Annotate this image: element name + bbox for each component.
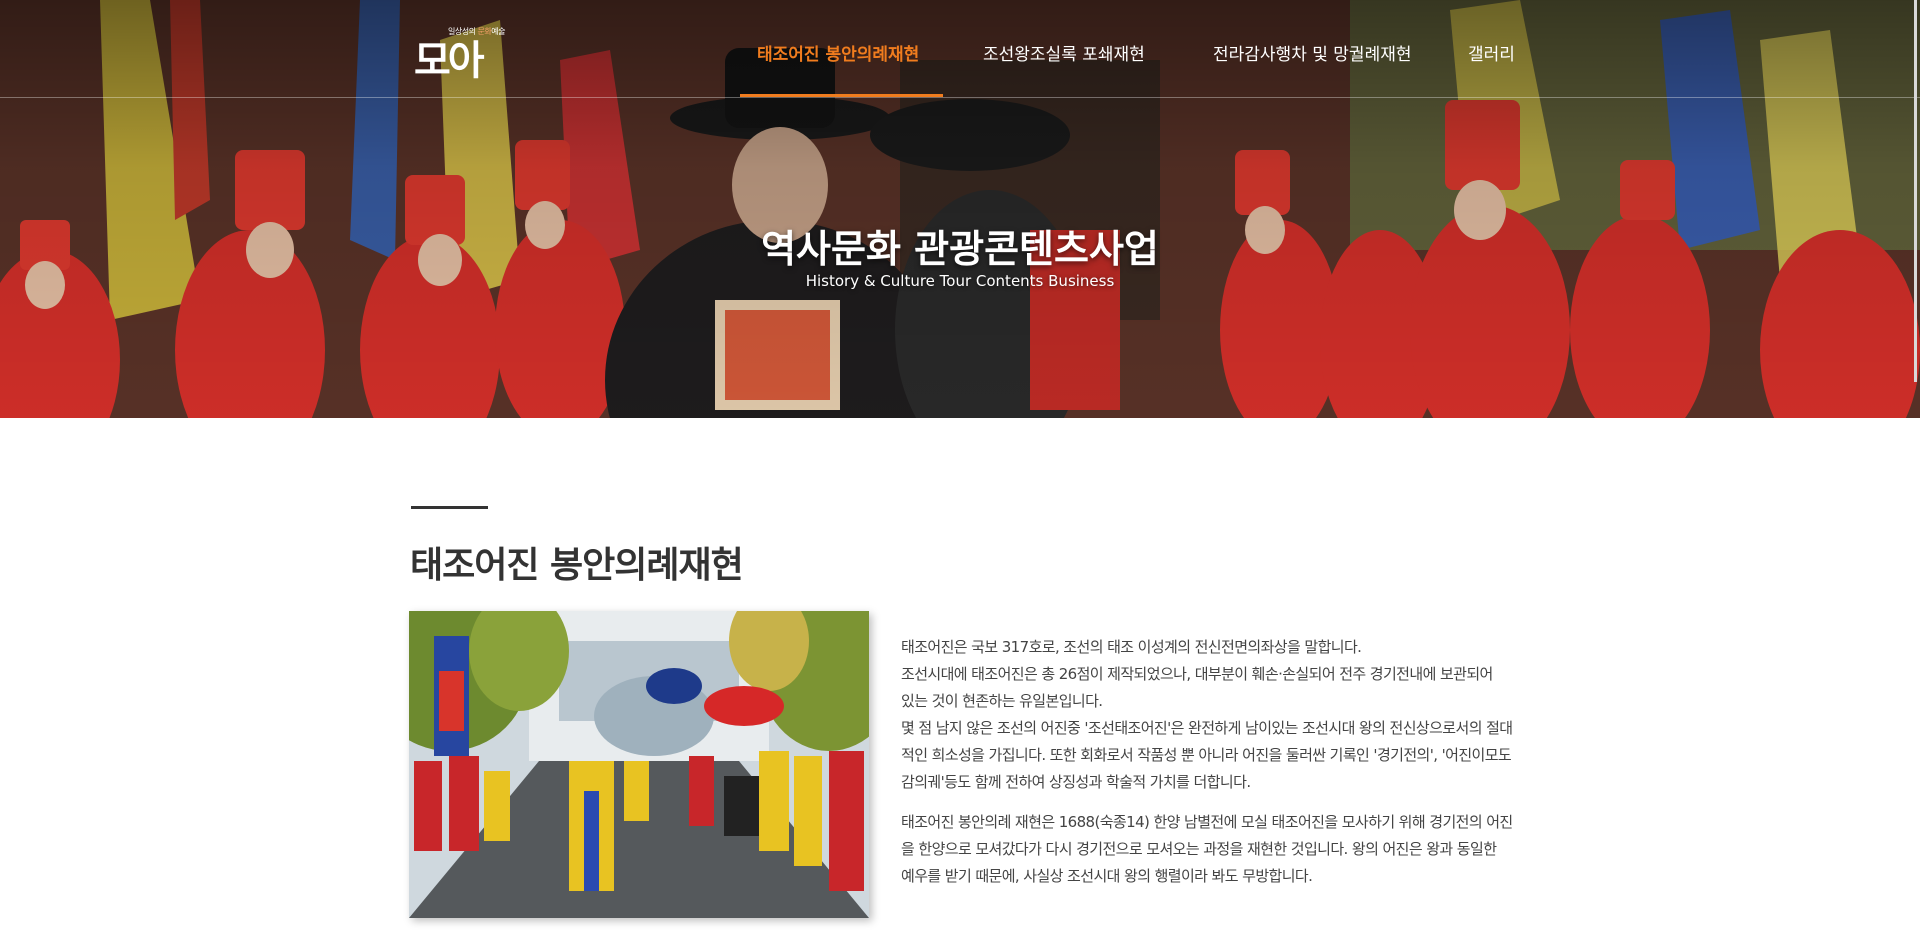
description-line: 감의궤'등도 함께 전하여 상징성과 학술적 가치를 더합니다. — [901, 773, 1251, 791]
description-line: 조선시대에 태조어진은 총 26점이 제작되었으나, 대부분이 훼손·손실되어 … — [901, 665, 1493, 683]
nav-item-taejo-portrait[interactable]: 태조어진 봉안의례재현 — [757, 40, 919, 65]
hero-subtitle: History & Culture Tour Contents Business — [805, 272, 1115, 290]
procession-photo — [409, 611, 869, 918]
section-title-rule — [411, 506, 488, 509]
hero-banner: 일상성의 문화예술 모아 태조어진 봉안의례재현 조선왕조실록 포쇄재현 전라감… — [0, 0, 1920, 418]
nav-item-annals-airing[interactable]: 조선왕조실록 포쇄재현 — [983, 40, 1145, 65]
nav-item-gallery[interactable]: 갤러리 — [1468, 40, 1515, 65]
description-line: 태조어진 봉안의례 재현은 1688(숙종14) 한양 남별전에 모실 태조어진… — [901, 813, 1513, 831]
description-line: 예우를 받기 때문에, 사실상 조선시대 왕의 행렬이라 봐도 무방합니다. — [901, 867, 1313, 885]
description-line: 을 한양으로 모셔갔다가 다시 경기전으로 모셔오는 과정을 재현한 것입니다.… — [901, 840, 1497, 858]
section-description: 태조어진은 국보 317호로, 조선의 태조 이성계의 전신전면의좌상을 말합니… — [901, 634, 1521, 890]
section-title: 태조어진 봉안의례재현 — [410, 545, 744, 586]
logo-mark: 모아 — [414, 38, 485, 84]
description-line: 몇 점 남지 않은 조선의 어진중 '조선태조어진'은 완전하게 남이있는 조선… — [901, 719, 1513, 737]
site-logo[interactable]: 일상성의 문화예술 모아 — [414, 20, 505, 84]
description-line: 적인 희소성을 가집니다. 또한 회화로서 작품성 뿐 아니라 어진을 둘러싼 … — [901, 746, 1512, 764]
description-line: 태조어진은 국보 317호로, 조선의 태조 이성계의 전신전면의좌상을 말합니… — [901, 638, 1362, 656]
nav-item-governor-procession[interactable]: 전라감사행차 및 망궐례재현 — [1213, 40, 1412, 65]
description-line: 있는 것이 현존하는 유일본입니다. — [901, 692, 1103, 710]
top-navigation-bar: 일상성의 문화예술 모아 태조어진 봉안의례재현 조선왕조실록 포쇄재현 전라감… — [0, 0, 1920, 98]
scrollbar[interactable] — [1914, 0, 1917, 382]
hero-title: 역사문화 관광콘텐츠사업 — [761, 227, 1159, 271]
active-nav-indicator — [740, 94, 943, 97]
